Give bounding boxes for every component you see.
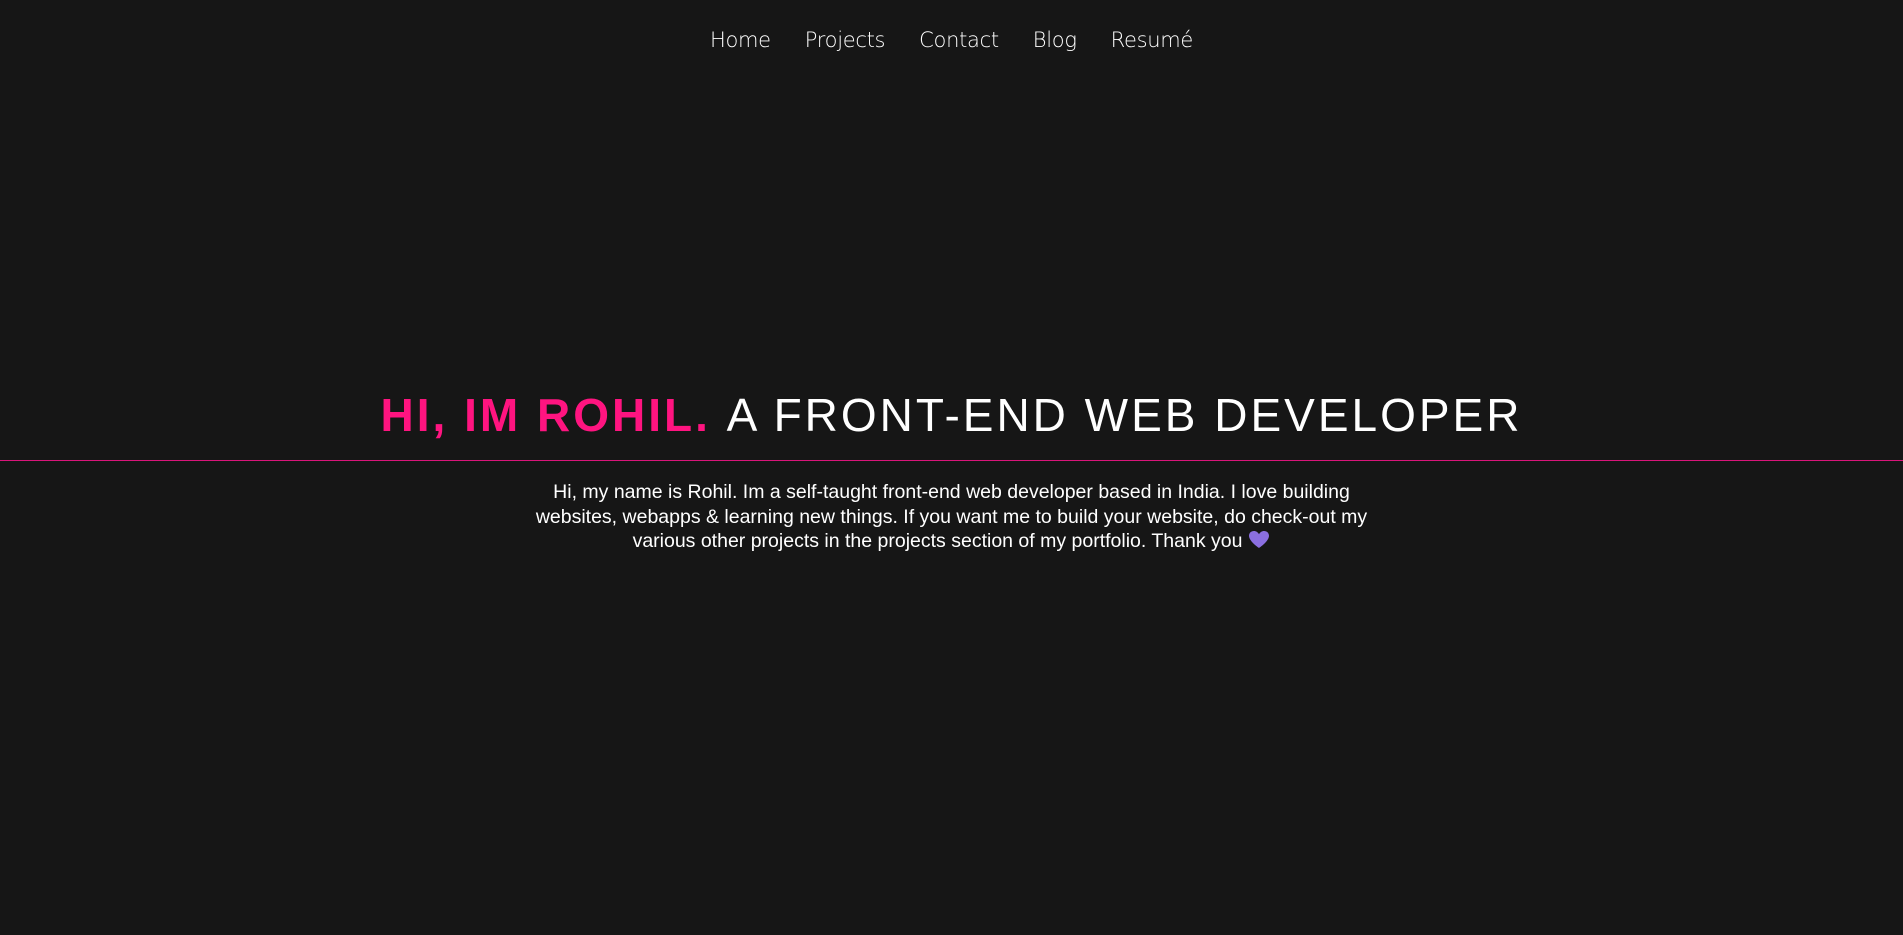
hero-divider [0, 460, 1903, 461]
nav-projects-link[interactable]: Projects [805, 28, 886, 52]
purple-heart-icon [1248, 530, 1270, 556]
hero-role: A FRONT-END WEB DEVELOPER [726, 389, 1523, 441]
nav-contact-link[interactable]: Contact [919, 28, 999, 52]
hero-title: HI, IM ROHIL. A FRONT-END WEB DEVELOPER [0, 388, 1903, 442]
intro-paragraph: Hi, my name is Rohil. Im a self-taught f… [512, 480, 1392, 556]
nav-home-link[interactable]: Home [710, 28, 771, 52]
nav-blog-link[interactable]: Blog [1033, 28, 1077, 52]
nav-resume-link[interactable]: Resumé [1111, 28, 1194, 52]
hero-name: HI, IM ROHIL. [380, 389, 711, 441]
intro-section: Hi, my name is Rohil. Im a self-taught f… [0, 480, 1903, 556]
intro-text: Hi, my name is Rohil. Im a self-taught f… [535, 481, 1368, 552]
main-nav: Home Projects Contact Blog Resumé [0, 28, 1903, 52]
